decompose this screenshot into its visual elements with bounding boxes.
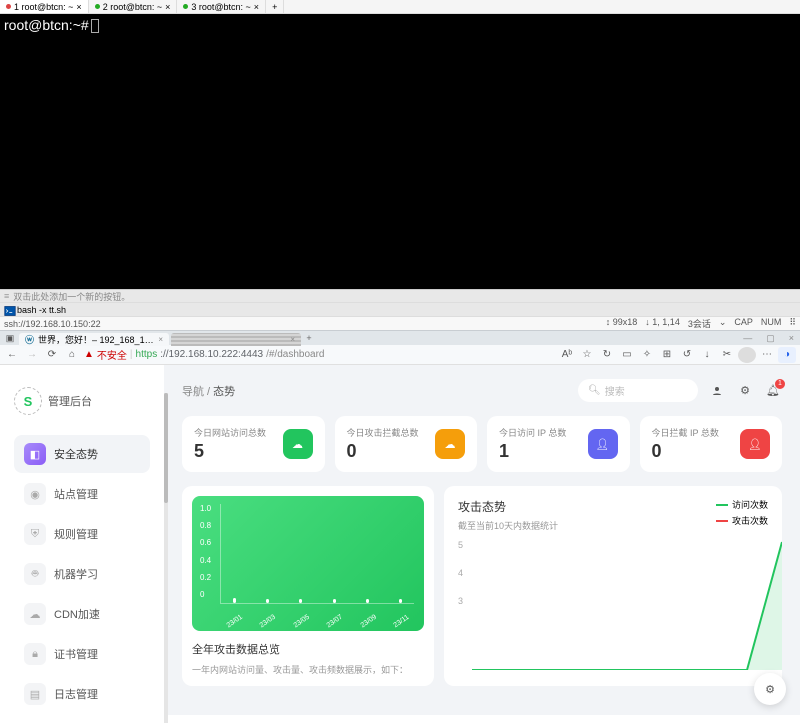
cursor-pos: ↓ 1, 1,14	[645, 317, 680, 330]
browser-tabstrip: ▣ ⓦ 世界，您好！– 192_168_10_222 × × + — ▢ ×	[0, 330, 800, 345]
brand[interactable]: S 管理后台	[8, 379, 156, 433]
caps-indicator: CAP	[734, 317, 753, 330]
summary-title: 全年攻击数据总览	[192, 641, 424, 657]
cursor	[91, 19, 99, 33]
gear-icon: ⚙	[765, 683, 775, 696]
collections-icon[interactable]: ✧	[638, 347, 656, 363]
legend: 访问次数 攻击次数	[716, 498, 768, 532]
sidebar: S 管理后台 ◧安全态势 ◉站点管理 ⛨规则管理 🤖︎机器学习 ☁CDN加速 🔒…	[0, 365, 164, 715]
dashboard: S 管理后台 ◧安全态势 ◉站点管理 ⛨规则管理 🤖︎机器学习 ☁CDN加速 🔒…	[0, 365, 800, 715]
hint-bar[interactable]: ≡双击此处添加一个新的按钮。	[0, 289, 800, 302]
terminal-tab-3[interactable]: 3 root@btcn: ~×	[177, 0, 266, 13]
brand-logo-icon: S	[14, 387, 42, 415]
wordpress-icon: ⓦ	[25, 333, 34, 346]
cloud-icon: ☁	[24, 603, 46, 625]
card-ips: 今日访问 IP 总数1👤︎	[487, 416, 630, 472]
connection-text: ssh://192.168.10.150:22	[4, 319, 101, 329]
robot-icon: 🤖︎	[24, 563, 46, 585]
bell-icon[interactable]: 🔔︎1	[764, 382, 782, 400]
read-aloud-icon[interactable]: Aᵇ	[558, 347, 576, 363]
home-icon[interactable]: ⌂	[64, 347, 80, 363]
cloud-icon: ☁	[283, 429, 313, 459]
line-sub: 截至当前10天内数据统计	[458, 519, 558, 532]
settings-fab[interactable]: ⚙	[754, 673, 786, 705]
terminal-pane[interactable]: root@btcn:~#	[0, 14, 800, 289]
profile-icon[interactable]	[738, 347, 756, 363]
shield-icon: ⛨	[24, 523, 46, 545]
maximize-icon[interactable]: ▢	[762, 333, 779, 344]
close-icon[interactable]: ×	[165, 2, 170, 12]
globe-icon: ◉	[24, 483, 46, 505]
line-title: 攻击态势	[458, 498, 558, 515]
copilot-icon[interactable]: ◑	[778, 347, 796, 363]
card-visits: 今日网站访问总数5☁	[182, 416, 325, 472]
close-icon[interactable]: ×	[158, 335, 163, 344]
history-icon[interactable]: ↺	[678, 347, 696, 363]
download-icon[interactable]: ↓	[698, 347, 716, 363]
task-bar[interactable]: bash -x tt.sh	[0, 302, 800, 316]
reader-icon[interactable]: ▭	[618, 347, 636, 363]
dashboard-icon: ◧	[24, 443, 46, 465]
url-field[interactable]: ▲ 不安全 | https://192.168.10.222:4443/#/da…	[84, 347, 554, 362]
favorite-icon[interactable]: ☆	[578, 347, 596, 363]
search-input[interactable]: 🔍︎搜索	[578, 379, 698, 402]
close-icon[interactable]: ×	[254, 2, 259, 12]
sidebar-item-sites[interactable]: ◉站点管理	[14, 475, 150, 513]
new-tab-button[interactable]: +	[302, 333, 316, 343]
summary-sub: 一年内网站访问量、攻击量、攻击频数据展示，如下：	[192, 663, 424, 676]
close-icon[interactable]: ×	[785, 333, 798, 344]
menu-icon[interactable]: ≡	[4, 291, 9, 301]
terminal-tabs: 1 root@btcn: ~× 2 root@btcn: ~× 3 root@b…	[0, 0, 800, 14]
num-indicator: NUM	[761, 317, 782, 330]
terminal-tab-1[interactable]: 1 root@btcn: ~×	[0, 0, 89, 13]
sidebar-item-rules[interactable]: ⛨规则管理	[14, 515, 150, 553]
bar-chart: 1.00.80.60.40.20 23/0123/0323/0523/0723/…	[192, 496, 424, 631]
stat-cards: 今日网站访问总数5☁ 今日攻击拦截总数0☁ 今日访问 IP 总数1👤︎ 今日拦截…	[182, 416, 782, 472]
main-content: 导航 / 态势 🔍︎搜索 ⚙ 🔔︎1 今日网站访问总数5☁ 今日攻击拦截总数0☁…	[164, 365, 800, 715]
address-bar: ← → ⟳ ⌂ ▲ 不安全 | https://192.168.10.222:4…	[0, 345, 800, 365]
encoding[interactable]: 3会话	[688, 317, 711, 330]
forward-icon[interactable]: →	[24, 347, 40, 363]
sidebar-item-ml[interactable]: 🤖︎机器学习	[14, 555, 150, 593]
sidebar-item-logs[interactable]: ▤日志管理	[14, 675, 150, 713]
grip-icon: ⠿	[789, 317, 796, 330]
sidebar-icon[interactable]: ▣	[2, 330, 18, 346]
user-icon: 👤︎	[588, 429, 618, 459]
notif-badge: 1	[775, 379, 785, 389]
minimize-icon[interactable]: —	[739, 333, 756, 344]
line-chart-card: 攻击态势 截至当前10天内数据统计 访问次数 攻击次数 543	[444, 486, 782, 686]
line-chart	[472, 540, 782, 670]
user-icon: 👤︎	[740, 429, 770, 459]
browser-tab-1[interactable]: ⓦ 世界，您好！– 192_168_10_222 ×	[19, 333, 169, 346]
shield-icon: ☁	[435, 429, 465, 459]
gear-icon[interactable]: ⚙	[736, 382, 754, 400]
warning-icon: ▲	[84, 349, 94, 360]
sidebar-item-security[interactable]: ◧安全态势	[14, 435, 150, 473]
menu-icon[interactable]: ⋯	[758, 347, 776, 363]
extension-icon[interactable]: ⊞	[658, 347, 676, 363]
browser-tab-2[interactable]: ×	[171, 333, 301, 346]
user-icon[interactable]	[708, 382, 726, 400]
close-icon[interactable]: ×	[76, 2, 81, 12]
breadcrumb: 导航 / 态势	[182, 383, 235, 399]
back-icon[interactable]: ←	[4, 347, 20, 363]
shell-icon	[4, 305, 14, 314]
card-blockedips: 今日拦截 IP 总数0👤︎	[640, 416, 783, 472]
close-icon[interactable]: ×	[290, 335, 295, 344]
term-size: ↕ 99x18	[606, 317, 638, 330]
lock-icon: 🔒︎	[24, 643, 46, 665]
terminal-tab-2[interactable]: 2 root@btcn: ~×	[89, 0, 178, 13]
refresh-page-icon[interactable]: ↻	[598, 347, 616, 363]
new-tab-button[interactable]: +	[266, 0, 284, 13]
bar-chart-card: 1.00.80.60.40.20 23/0123/0323/0523/0723/…	[182, 486, 434, 686]
shell-prompt: root@btcn:~#	[4, 17, 89, 33]
card-blocks: 今日攻击拦截总数0☁	[335, 416, 478, 472]
sidebar-item-cdn[interactable]: ☁CDN加速	[14, 595, 150, 633]
doc-icon: ▤	[24, 683, 46, 705]
search-icon: 🔍︎	[588, 385, 601, 396]
screenshot-icon[interactable]: ✂	[718, 347, 736, 363]
reload-icon[interactable]: ⟳	[44, 347, 60, 363]
sidebar-item-cert[interactable]: 🔒︎证书管理	[14, 635, 150, 673]
status-bar: ssh://192.168.10.150:22 ↕ 99x18 ↓ 1, 1,1…	[0, 316, 800, 330]
